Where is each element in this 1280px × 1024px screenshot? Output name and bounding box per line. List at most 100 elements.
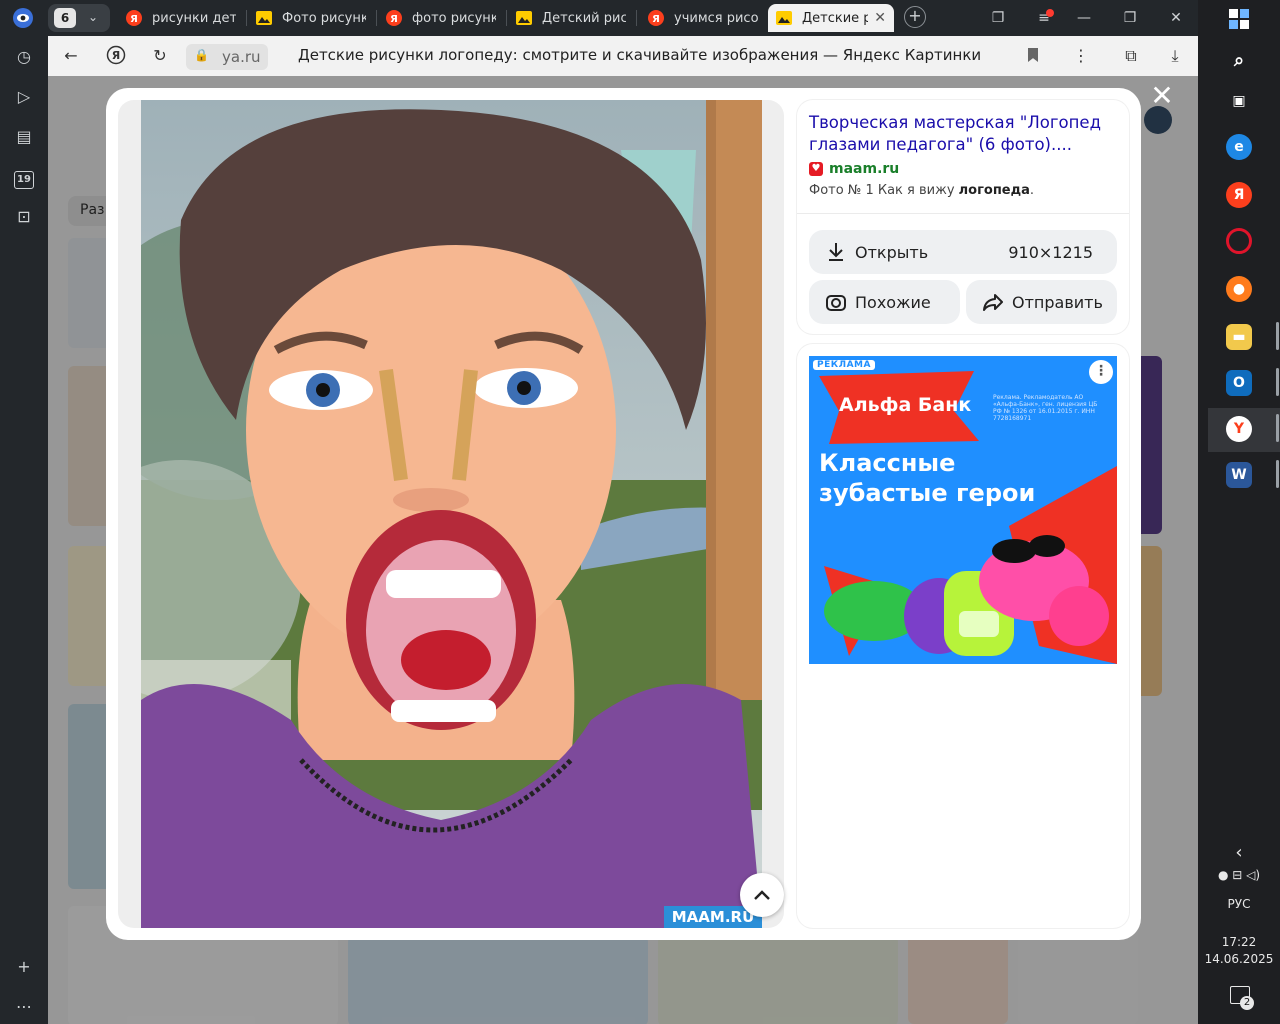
running-indicator (1276, 368, 1279, 396)
ad-headline: Классные зубастые герои (819, 449, 1036, 507)
preview-image[interactable] (141, 100, 762, 928)
tab-4[interactable]: Детский рису (508, 4, 634, 32)
chevron-up-icon (754, 890, 770, 900)
similar-label: Похожие (855, 292, 931, 312)
play-icon[interactable]: ▷ (13, 86, 35, 108)
tab-label: Детский рису (542, 10, 626, 26)
minimize-button[interactable]: — (1074, 8, 1094, 28)
collections-icon[interactable]: ❐ (988, 8, 1008, 28)
calendar-icon[interactable]: 19 (13, 166, 35, 189)
yandex-browser-icon[interactable]: Y (1226, 416, 1252, 442)
notification-count: 2 (1240, 996, 1254, 1010)
tray-icons[interactable]: ● ⊟ ◁) (1198, 868, 1280, 882)
ad-banner[interactable]: РЕКЛАМА ⋮ Альфа Банк Рекламa. Рекламодат… (809, 356, 1117, 664)
image-info-card: Творческая мастерская "Логопед глазами п… (797, 100, 1129, 334)
tab-separator (636, 10, 637, 26)
firefox-icon[interactable]: ● (1226, 276, 1252, 302)
tab-5[interactable]: Я учимся рисов (640, 4, 766, 32)
tab-separator (376, 10, 377, 26)
yandex-icon: Я (106, 45, 126, 65)
screenshot-icon[interactable]: ⊡ (13, 206, 35, 228)
show-hidden-icons-icon[interactable]: ‹ (1198, 842, 1280, 863)
kebab-menu-icon[interactable]: ⋮ (1070, 45, 1092, 67)
close-viewer-icon[interactable]: ✕ (1148, 82, 1176, 110)
bookmark-icon[interactable] (1028, 48, 1038, 62)
tab-3[interactable]: Я фото рисунко (378, 4, 504, 32)
share-label: Отправить (1012, 292, 1103, 312)
browser-sidebar: ◷ ▷ ▤ 19 ⊡ + ⋯ (0, 36, 48, 1024)
notification-dot (1046, 9, 1054, 17)
svg-text:Я: Я (112, 49, 120, 62)
similar-button[interactable]: Похожие (809, 280, 960, 324)
source-page-link[interactable]: Творческая мастерская "Логопед глазами п… (809, 112, 1109, 156)
image-caption: Фото № 1 Как я вижу логопеда. (809, 183, 1035, 198)
reload-button[interactable]: ↻ (149, 45, 171, 67)
file-explorer-icon[interactable]: ▬ (1226, 324, 1252, 350)
restore-button[interactable]: ❐ (1120, 8, 1140, 28)
ad-card: РЕКЛАМА ⋮ Альфа Банк Рекламa. Рекламодат… (797, 344, 1129, 928)
scroll-up-button[interactable] (740, 873, 784, 917)
address-toolbar: ← Я ↻ 🔒 ya.ru Детские рисунки логопеду: … (48, 36, 1198, 76)
ad-brand: Альфа Банк (839, 394, 972, 416)
clock-time[interactable]: 17:22 (1198, 935, 1280, 949)
language-indicator[interactable]: РУС (1198, 897, 1280, 911)
add-panel-icon[interactable]: + (13, 956, 35, 978)
tabs-count-button[interactable]: 6 ⌄ (48, 4, 110, 32)
camera-search-icon (825, 292, 847, 312)
extensions-icon[interactable]: ⧉ (1120, 45, 1142, 67)
tabs-count: 6 (54, 8, 76, 28)
source-site-link[interactable]: ♥ maam.ru (809, 161, 899, 177)
tab-2[interactable]: Фото рисунко (248, 4, 374, 32)
history-icon[interactable]: ◷ (13, 46, 35, 68)
download-icon[interactable]: ⤓ (1164, 45, 1186, 67)
lock-icon: 🔒 (194, 48, 209, 62)
images-icon (256, 10, 272, 26)
edge-icon[interactable]: e (1226, 134, 1252, 160)
svg-text:Я: Я (652, 14, 660, 25)
chevron-down-icon: ⌄ (88, 10, 99, 24)
share-icon (982, 293, 1004, 311)
close-tab-icon[interactable]: ✕ (874, 10, 886, 26)
tab-1[interactable]: Я рисунки дете (118, 4, 244, 32)
notes-icon[interactable]: ▤ (13, 126, 35, 148)
yandex-browser-logo-icon[interactable] (10, 6, 36, 30)
omnibox[interactable]: 🔒 ya.ru Детские рисунки логопеду: смотри… (186, 42, 1108, 70)
ad-legal-text: Рекламa. Рекламодатель АО «Альфа-Банк», … (993, 394, 1098, 422)
image-dimensions: 910×1215 (1008, 242, 1093, 262)
task-view-icon[interactable]: ▣ (1226, 88, 1252, 114)
word-icon[interactable]: W (1226, 462, 1252, 488)
back-button[interactable]: ← (60, 45, 82, 67)
ad-label: РЕКЛАМА (813, 360, 875, 370)
new-tab-button[interactable]: + (904, 6, 926, 28)
yandex-icon: Я (648, 10, 664, 26)
page-title: Детские рисунки логопеду: смотрите и ска… (298, 46, 982, 64)
running-indicator (1276, 414, 1279, 442)
tab-label: рисунки дете (152, 10, 236, 26)
ad-options-icon[interactable]: ⋮ (1089, 360, 1113, 384)
svg-text:Я: Я (130, 14, 138, 25)
divider (797, 213, 1129, 214)
images-icon (776, 10, 792, 26)
clock-date[interactable]: 14.06.2025 (1198, 952, 1280, 966)
start-icon[interactable] (1226, 8, 1252, 34)
yandex-icon: Я (386, 10, 402, 26)
more-icon[interactable]: ⋯ (13, 996, 35, 1018)
yandex-home-button[interactable]: Я (105, 45, 127, 67)
tab-label: Фото рисунко (282, 10, 366, 26)
image-viewer: MAAM.RU (118, 100, 784, 928)
tab-6-active[interactable]: Детские ри ✕ (768, 4, 894, 32)
close-window-button[interactable]: ✕ (1166, 8, 1186, 28)
site-info-button[interactable]: 🔒 ya.ru (186, 44, 268, 70)
outlook-icon[interactable]: O (1226, 370, 1252, 396)
running-indicator (1276, 460, 1279, 488)
share-button[interactable]: Отправить (966, 280, 1117, 324)
images-icon (516, 10, 532, 26)
opera-icon[interactable] (1226, 228, 1252, 254)
yandex-icon[interactable]: Я (1226, 182, 1252, 208)
tab-strip: 6 ⌄ Я рисунки дете Фото рисунко Я фото р… (0, 0, 1198, 36)
search-icon[interactable]: ⌕ (1226, 48, 1252, 74)
maam-favicon-icon: ♥ (809, 162, 823, 176)
tab-label: фото рисунко (412, 10, 496, 26)
open-button[interactable]: Открыть 910×1215 (809, 230, 1117, 274)
open-label: Открыть (855, 242, 929, 262)
